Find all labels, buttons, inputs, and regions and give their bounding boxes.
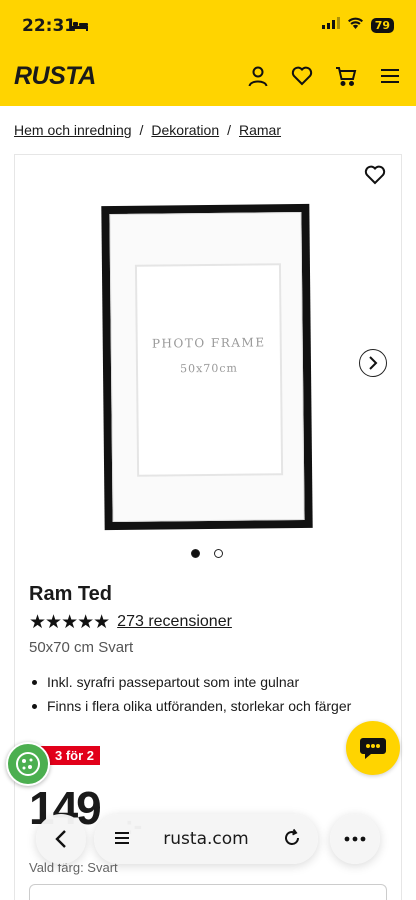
header-actions <box>246 64 402 88</box>
signal-icon <box>321 16 340 34</box>
frame-print-title: PHOTO FRAME <box>151 335 266 351</box>
browser-toolbar: rusta.com <box>0 808 416 868</box>
product-variant: 50x70 cm Svart <box>29 639 134 656</box>
cookie-settings-button[interactable] <box>6 742 50 786</box>
carousel-dot-2[interactable] <box>214 549 223 558</box>
reload-icon[interactable] <box>282 828 302 853</box>
breadcrumb-separator: / <box>139 122 144 138</box>
frame-passepartout: PHOTO FRAME 50x70cm <box>109 212 305 522</box>
status-bar: 22:31 79 <box>0 0 416 52</box>
rating-stars: ★★★★★ <box>29 611 110 633</box>
feature-list: Inkl. syrafri passepartout som inte guln… <box>29 673 351 721</box>
chat-button[interactable] <box>346 721 400 775</box>
product-image[interactable]: PHOTO FRAME 50x70cm <box>101 203 313 531</box>
breadcrumb: Hem och inredning / Dekoration / Ramar <box>14 122 281 138</box>
reviews-link[interactable]: 273 recensioner <box>117 613 232 631</box>
chevron-right-icon <box>369 356 378 370</box>
frame-mat: PHOTO FRAME 50x70cm <box>134 263 284 477</box>
back-button[interactable] <box>36 814 86 864</box>
add-to-wishlist-heart-icon[interactable] <box>363 163 387 187</box>
product-title: Ram Ted <box>29 583 112 605</box>
breadcrumb-item-hem-och-inredning[interactable]: Hem och inredning <box>14 122 132 138</box>
frame-print-size: 50x70cm <box>180 361 238 376</box>
menu-icon[interactable] <box>378 64 402 88</box>
status-indicators: 79 <box>321 16 394 34</box>
feature-item: Inkl. syrafri passepartout som inte guln… <box>29 673 351 691</box>
site-header: RUSTA <box>0 52 416 106</box>
carousel-indicator <box>191 549 223 558</box>
more-options-button[interactable] <box>330 814 380 864</box>
feature-item: Finns i flera olika utföranden, storleka… <box>29 697 351 715</box>
chat-bubble-icon <box>360 738 386 759</box>
chevron-left-icon <box>55 830 66 848</box>
carousel-dot-1[interactable] <box>191 549 200 558</box>
cart-icon[interactable] <box>334 64 358 88</box>
address-bar[interactable]: rusta.com <box>94 814 318 864</box>
next-image-button[interactable] <box>359 349 387 377</box>
bed-icon <box>70 18 88 36</box>
color-selector[interactable] <box>29 884 387 900</box>
product-card: PHOTO FRAME 50x70cm Ram Ted ★★★★★ 273 re… <box>14 154 402 900</box>
breadcrumb-item-dekoration[interactable]: Dekoration <box>151 122 219 138</box>
breadcrumb-item-ramar[interactable]: Ramar <box>239 122 281 138</box>
rusta-logo[interactable]: RUSTA <box>14 62 96 91</box>
product-rating: ★★★★★ 273 recensioner <box>29 611 232 633</box>
ellipsis-icon <box>344 836 366 842</box>
wishlist-icon[interactable] <box>290 64 314 88</box>
cookie-icon <box>16 752 40 776</box>
account-icon[interactable] <box>246 64 270 88</box>
breadcrumb-separator: / <box>227 122 231 138</box>
wifi-icon <box>347 16 364 34</box>
status-time: 22:31 <box>22 16 77 36</box>
battery-indicator: 79 <box>370 17 394 33</box>
